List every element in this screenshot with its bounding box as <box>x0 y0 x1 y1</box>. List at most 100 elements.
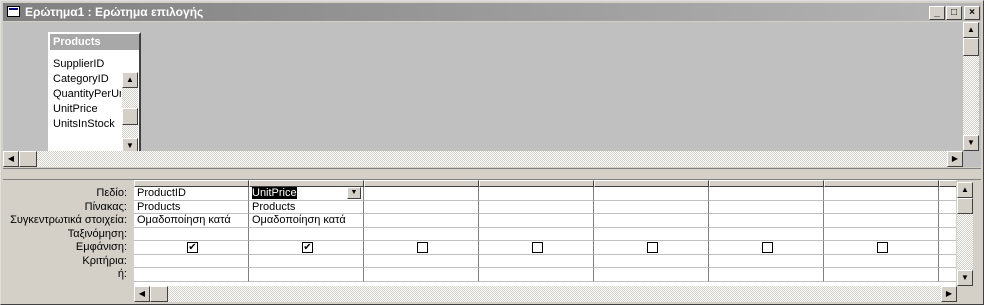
grid-column[interactable] <box>479 180 594 286</box>
design-grid[interactable]: ProductID Products Ομαδοποίηση κατά ✔ UnitPr… <box>134 180 956 286</box>
grid-column[interactable]: ProductID Products Ομαδοποίηση κατά ✔ <box>134 180 249 286</box>
scroll-right-icon[interactable]: ▶ <box>947 151 963 167</box>
grid-column[interactable] <box>594 180 709 286</box>
design-grid-horizontal-scrollbar[interactable]: ◀ ▶ <box>134 286 957 302</box>
grid-cell-field[interactable] <box>939 187 956 201</box>
scroll-left-icon[interactable]: ◀ <box>134 286 150 302</box>
show-checkbox[interactable] <box>532 242 543 253</box>
column-selector[interactable] <box>594 180 709 187</box>
grid-cell-table[interactable] <box>939 201 956 214</box>
grid-cell-total[interactable] <box>364 214 479 228</box>
grid-cell-field[interactable]: ProductID <box>134 187 249 201</box>
grid-cell-criteria[interactable] <box>479 254 594 268</box>
grid-cell-criteria[interactable] <box>364 254 479 268</box>
grid-column[interactable] <box>709 180 824 286</box>
design-grid-hscroll-thumb[interactable] <box>150 286 168 302</box>
grid-cell-sort[interactable] <box>594 227 709 241</box>
grid-cell-field[interactable] <box>709 187 824 201</box>
field-list-item[interactable]: QuantityPerUnit <box>53 87 121 102</box>
show-checkbox[interactable] <box>647 242 658 253</box>
products-field-list[interactable]: Products SupplierID CategoryID QuantityP… <box>48 32 141 156</box>
grid-cell-or[interactable] <box>249 268 364 282</box>
grid-cell-sort[interactable] <box>134 227 249 241</box>
column-selector[interactable] <box>249 180 364 187</box>
field-list-item[interactable]: CategoryID <box>53 72 121 87</box>
field-list-item[interactable]: SupplierID <box>53 57 121 72</box>
scroll-down-icon[interactable]: ▼ <box>957 270 973 286</box>
grid-cell-or[interactable] <box>824 268 939 282</box>
grid-cell-or[interactable] <box>479 268 594 282</box>
grid-cell-total[interactable]: Ομαδοποίηση κατά <box>134 214 249 228</box>
grid-cell-criteria[interactable] <box>594 254 709 268</box>
grid-cell-table[interactable] <box>824 200 939 214</box>
field-list-scroll-thumb[interactable] <box>122 108 138 125</box>
table-pane-vertical-scrollbar[interactable]: ▲ ▼ <box>963 22 979 151</box>
table-pane-horizontal-scrollbar[interactable]: ◀ ▶ <box>3 151 963 167</box>
dropdown-arrow-icon[interactable]: ▼ <box>347 187 361 199</box>
field-list-scrollbar[interactable]: ▲ ▼ <box>122 72 138 154</box>
grid-cell-or[interactable] <box>594 268 709 282</box>
grid-cell-table[interactable] <box>364 200 479 214</box>
grid-cell-criteria[interactable] <box>249 254 364 268</box>
table-pane-vscroll-thumb[interactable] <box>963 38 979 56</box>
grid-cell-total[interactable] <box>479 214 594 228</box>
grid-cell-criteria[interactable] <box>709 254 824 268</box>
grid-cell-total[interactable] <box>824 214 939 228</box>
column-selector[interactable] <box>824 180 939 187</box>
show-checkbox[interactable] <box>877 242 888 253</box>
grid-cell-total[interactable] <box>939 214 956 228</box>
grid-cell-total[interactable] <box>594 214 709 228</box>
scroll-left-icon[interactable]: ◀ <box>3 151 19 167</box>
grid-cell-table[interactable] <box>594 200 709 214</box>
grid-cell-table[interactable]: Products <box>249 200 364 214</box>
grid-cell-sort[interactable] <box>249 227 364 241</box>
grid-cell-sort[interactable] <box>709 227 824 241</box>
scroll-up-icon[interactable]: ▲ <box>957 182 973 198</box>
grid-column[interactable] <box>939 180 956 286</box>
grid-column[interactable] <box>824 180 939 286</box>
grid-cell-field[interactable] <box>364 187 479 201</box>
grid-cell-field[interactable] <box>594 187 709 201</box>
grid-cell-or[interactable] <box>364 268 479 282</box>
grid-cell-total[interactable] <box>709 214 824 228</box>
grid-column[interactable]: UnitPrice ▼ Products Ομαδοποίηση κατά ✔ <box>249 180 364 286</box>
grid-cell-criteria[interactable] <box>134 254 249 268</box>
column-selector[interactable] <box>134 180 249 187</box>
minimize-button[interactable]: _ <box>929 6 945 20</box>
grid-cell-table[interactable] <box>479 200 594 214</box>
scroll-up-icon[interactable]: ▲ <box>963 22 979 38</box>
show-checkbox[interactable]: ✔ <box>302 242 313 253</box>
grid-cell-sort[interactable] <box>479 227 594 241</box>
field-list-title[interactable]: Products <box>50 34 139 50</box>
column-selector[interactable] <box>709 180 824 187</box>
grid-cell-field[interactable]: UnitPrice ▼ <box>249 187 364 201</box>
design-grid-vscroll-thumb[interactable] <box>957 198 973 214</box>
field-list-item[interactable]: UnitPrice <box>53 102 121 117</box>
grid-cell-field[interactable] <box>479 187 594 201</box>
field-list-item[interactable]: UnitsInStock <box>53 117 121 132</box>
show-checkbox[interactable]: ✔ <box>187 242 198 253</box>
column-selector[interactable] <box>939 180 956 187</box>
pane-splitter[interactable] <box>3 168 981 180</box>
grid-column[interactable] <box>364 180 479 286</box>
grid-cell-table[interactable]: Products <box>134 200 249 214</box>
grid-cell-sort[interactable] <box>939 228 956 241</box>
column-selector[interactable] <box>364 180 479 187</box>
restore-button[interactable]: □ <box>946 6 962 20</box>
show-checkbox[interactable] <box>762 242 773 253</box>
design-grid-vertical-scrollbar[interactable]: ▲ ▼ <box>957 182 973 286</box>
scroll-up-icon[interactable]: ▲ <box>122 72 138 88</box>
query-window-icon[interactable] <box>7 6 20 17</box>
title-bar[interactable]: Ερώτημα1 : Ερώτημα επιλογής _ □ × <box>3 3 981 21</box>
grid-cell-field[interactable] <box>824 187 939 201</box>
scroll-right-icon[interactable]: ▶ <box>941 286 957 302</box>
grid-cell-or[interactable] <box>939 268 956 282</box>
grid-cell-or[interactable] <box>709 268 824 282</box>
scroll-down-icon[interactable]: ▼ <box>963 135 979 151</box>
grid-cell-total[interactable]: Ομαδοποίηση κατά <box>249 214 364 228</box>
grid-cell-or[interactable] <box>134 268 249 282</box>
show-checkbox[interactable] <box>417 242 428 253</box>
table-pane[interactable]: Products SupplierID CategoryID QuantityP… <box>3 22 981 167</box>
grid-cell-table[interactable] <box>709 200 824 214</box>
close-button[interactable]: × <box>964 6 980 20</box>
